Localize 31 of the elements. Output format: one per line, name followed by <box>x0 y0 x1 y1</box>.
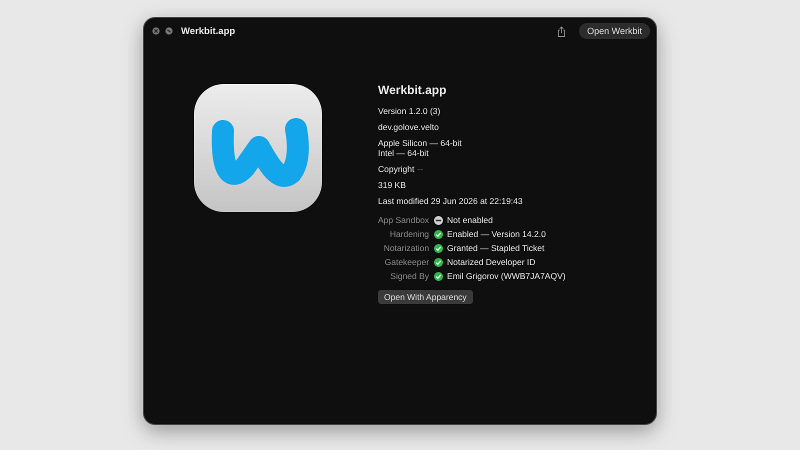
security-label: Notarization <box>382 243 430 254</box>
minimize-icon[interactable] <box>165 27 173 35</box>
security-value: Emil Grigorov (WWB7JA7AQV) <box>447 271 566 282</box>
security-label: Hardening <box>388 229 430 240</box>
checkmark-icon <box>434 244 444 253</box>
architecture-text: Apple Silicon — 64-bit <box>378 138 463 148</box>
size-text: 319 KB <box>378 180 407 190</box>
app-icon <box>193 83 323 213</box>
checkmark-icon <box>434 258 444 267</box>
checkmark-icon <box>434 230 444 239</box>
architecture-text: Intel — 64-bit <box>378 148 430 158</box>
open-with-button[interactable]: Open With Apparency <box>378 290 473 304</box>
minus-icon <box>434 216 444 225</box>
security-label: App Sandbox <box>378 215 430 226</box>
close-icon[interactable] <box>152 27 160 35</box>
security-value: Granted — Stapled Ticket <box>447 243 544 254</box>
security-value: Enabled — Version 14.2.0 <box>447 229 546 240</box>
security-value: Notarized Developer ID <box>447 257 536 268</box>
share-icon[interactable] <box>557 26 566 36</box>
bundle-id: dev.golove.velto <box>378 122 440 132</box>
security-value: Not enabled <box>447 215 493 226</box>
open-app-button[interactable]: Open Werkbit <box>579 23 650 39</box>
app-name: Werkbit.app <box>378 83 448 97</box>
copyright-label: Copyright <box>378 164 414 174</box>
window-title: Werkbit.app <box>181 26 236 36</box>
checkmark-icon <box>434 272 444 281</box>
version-text: Version 1.2.0 (3) <box>378 106 442 116</box>
security-label: Signed By <box>389 271 430 282</box>
modified-text: Last modified 29 Jun 2026 at 22:19:43 <box>378 196 524 206</box>
copyright-value: -- <box>417 164 424 174</box>
security-label: Gatekeeper <box>384 257 430 268</box>
